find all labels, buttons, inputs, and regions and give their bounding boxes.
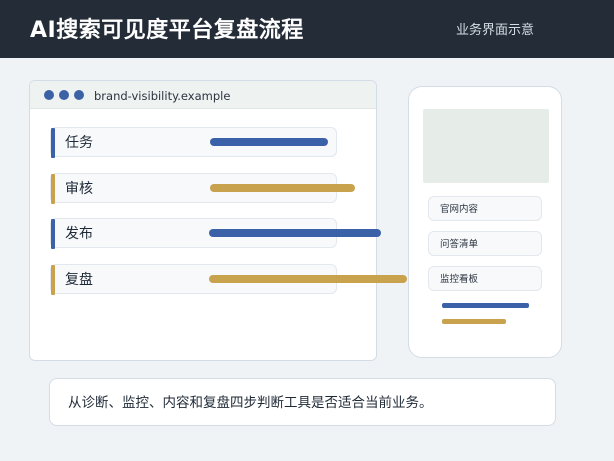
step-label: 发布 (65, 226, 93, 242)
summary-note: 从诊断、监控、内容和复盘四步判断工具是否适合当前业务。 (49, 378, 556, 426)
window-dot-icon (74, 90, 84, 100)
window-dot-icon (44, 90, 54, 100)
step-accent (51, 219, 55, 249)
phone-hero-image (423, 109, 549, 183)
step-progress-bar (210, 138, 328, 146)
browser-url: brand-visibility.example (94, 89, 231, 103)
step-accent (51, 174, 55, 204)
phone-item-label: 监控看板 (440, 274, 479, 285)
page-title: AI搜索可见度平台复盘流程 (30, 18, 304, 43)
window-dot-icon (59, 90, 69, 100)
phone-progress-bar (442, 319, 506, 324)
phone-item-qa-list[interactable]: 问答清单 (428, 231, 542, 256)
summary-note-text: 从诊断、监控、内容和复盘四步判断工具是否适合当前业务。 (68, 395, 433, 411)
phone-item-label: 官网内容 (440, 204, 479, 215)
phone-mockup: 官网内容 问答清单 监控看板 (408, 86, 562, 358)
phone-progress-bar (442, 303, 529, 308)
phone-item-label: 问答清单 (440, 239, 479, 250)
step-item-task[interactable]: 任务 (50, 127, 337, 158)
step-label: 审核 (65, 181, 93, 197)
browser-window: brand-visibility.example 任务 审核 发布 复盘 (29, 80, 377, 361)
phone-item-site-content[interactable]: 官网内容 (428, 196, 542, 221)
step-label: 复盘 (65, 272, 93, 288)
step-accent (51, 128, 55, 158)
step-label: 任务 (65, 135, 93, 151)
step-progress-bar (210, 184, 355, 192)
step-accent (51, 265, 55, 295)
browser-title-bar: brand-visibility.example (30, 81, 376, 109)
page-subtitle: 业务界面示意 (455, 23, 534, 38)
header: AI搜索可见度平台复盘流程 业务界面示意 (0, 0, 614, 58)
recap-connector-bar (209, 275, 407, 283)
publish-connector-bar (209, 229, 381, 237)
step-item-review[interactable]: 审核 (50, 173, 355, 204)
phone-item-monitor-board[interactable]: 监控看板 (428, 266, 542, 291)
